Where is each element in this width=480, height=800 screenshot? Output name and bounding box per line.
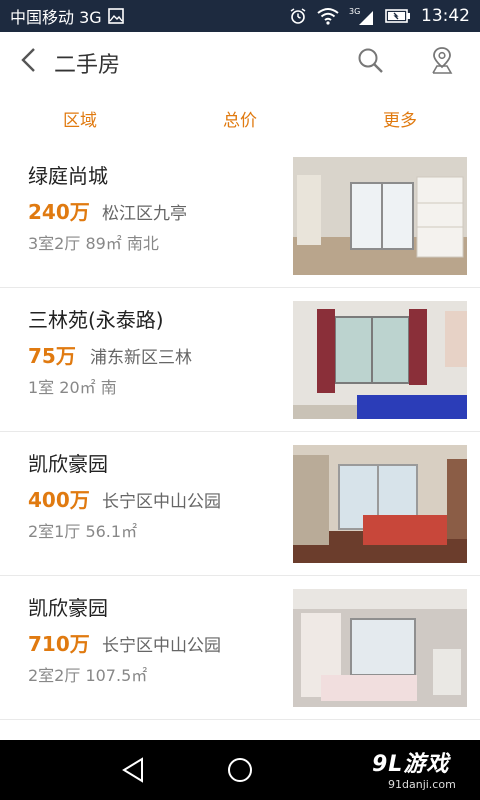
listing-spec: 1室 20㎡ 南 (28, 378, 117, 397)
filter-total-price[interactable]: 总价 (160, 92, 320, 144)
signal-icon: 3G (349, 6, 375, 26)
nav-back-button[interactable] (118, 754, 150, 786)
listing-photo (293, 589, 467, 707)
app-header: 二手房 (0, 32, 480, 92)
triangle-back-icon (118, 757, 150, 790)
location-button[interactable] (424, 44, 460, 80)
listing-item[interactable]: 凯欣豪园 710万 长宁区中山公园 2室2厅 107.5㎡ (0, 576, 480, 720)
listing-item[interactable]: 绿庭尚城 240万 松江区九亭 3室2厅 89㎡ 南北 (0, 144, 480, 288)
listing-spec: 2室2厅 107.5㎡ (28, 666, 148, 685)
nav-home-button[interactable] (224, 754, 256, 786)
listing-item[interactable]: 凯欣豪园 400万 长宁区中山公园 2室1厅 56.1㎡ (0, 432, 480, 576)
filter-region[interactable]: 区域 (0, 92, 160, 144)
circle-home-icon (224, 758, 256, 790)
listing-price: 400万 (28, 488, 90, 512)
carrier-label: 中国移动 3G (10, 8, 102, 27)
watermark-logo: 9L游戏 (372, 752, 450, 777)
listing-item-partial[interactable] (0, 720, 480, 740)
wifi-icon (317, 7, 339, 25)
map-pin-icon (428, 45, 456, 79)
alarm-icon (289, 7, 307, 25)
watermark: 9L游戏 91danji.com (372, 746, 476, 798)
listing-price: 240万 (28, 200, 90, 224)
listing-price: 710万 (28, 632, 90, 656)
listing-photo (293, 445, 467, 563)
search-button[interactable] (352, 44, 388, 80)
search-icon (356, 46, 384, 78)
listing-name: 绿庭尚城 (28, 164, 108, 188)
listing-photo (293, 157, 467, 275)
listing-name: 凯欣豪园 (28, 452, 108, 476)
listing-name: 凯欣豪园 (28, 596, 108, 620)
listing-price: 75万 (28, 344, 76, 368)
listing-list: 绿庭尚城 240万 松江区九亭 3室2厅 89㎡ 南北 三林苑(永泰路) 75万… (0, 144, 480, 740)
chevron-left-icon (19, 47, 39, 77)
filter-more[interactable]: 更多 (320, 92, 480, 144)
image-notification-icon (107, 8, 124, 24)
back-button[interactable] (14, 46, 44, 78)
listing-location: 松江区九亭 (102, 204, 187, 224)
clock: 13:42 (421, 6, 470, 26)
listing-location: 长宁区中山公园 (102, 492, 221, 512)
svg-text:3G: 3G (349, 7, 360, 16)
listing-spec: 3室2厅 89㎡ 南北 (28, 234, 159, 253)
listing-photo (293, 301, 467, 419)
watermark-site: 91danji.com (388, 778, 456, 791)
battery-icon (385, 8, 411, 24)
listing-location: 长宁区中山公园 (102, 636, 221, 656)
status-bar: 中国移动 3G 3G 13:42 (0, 0, 480, 32)
filter-bar: 区域 总价 更多 (0, 92, 480, 144)
listing-location: 浦东新区三林 (90, 348, 192, 368)
system-nav-bar: 9L游戏 91danji.com (0, 740, 480, 800)
listing-item[interactable]: 三林苑(永泰路) 75万 浦东新区三林 1室 20㎡ 南 (0, 288, 480, 432)
page-title: 二手房 (54, 53, 121, 78)
listing-spec: 2室1厅 56.1㎡ (28, 522, 138, 541)
listing-name: 三林苑(永泰路) (28, 308, 164, 332)
